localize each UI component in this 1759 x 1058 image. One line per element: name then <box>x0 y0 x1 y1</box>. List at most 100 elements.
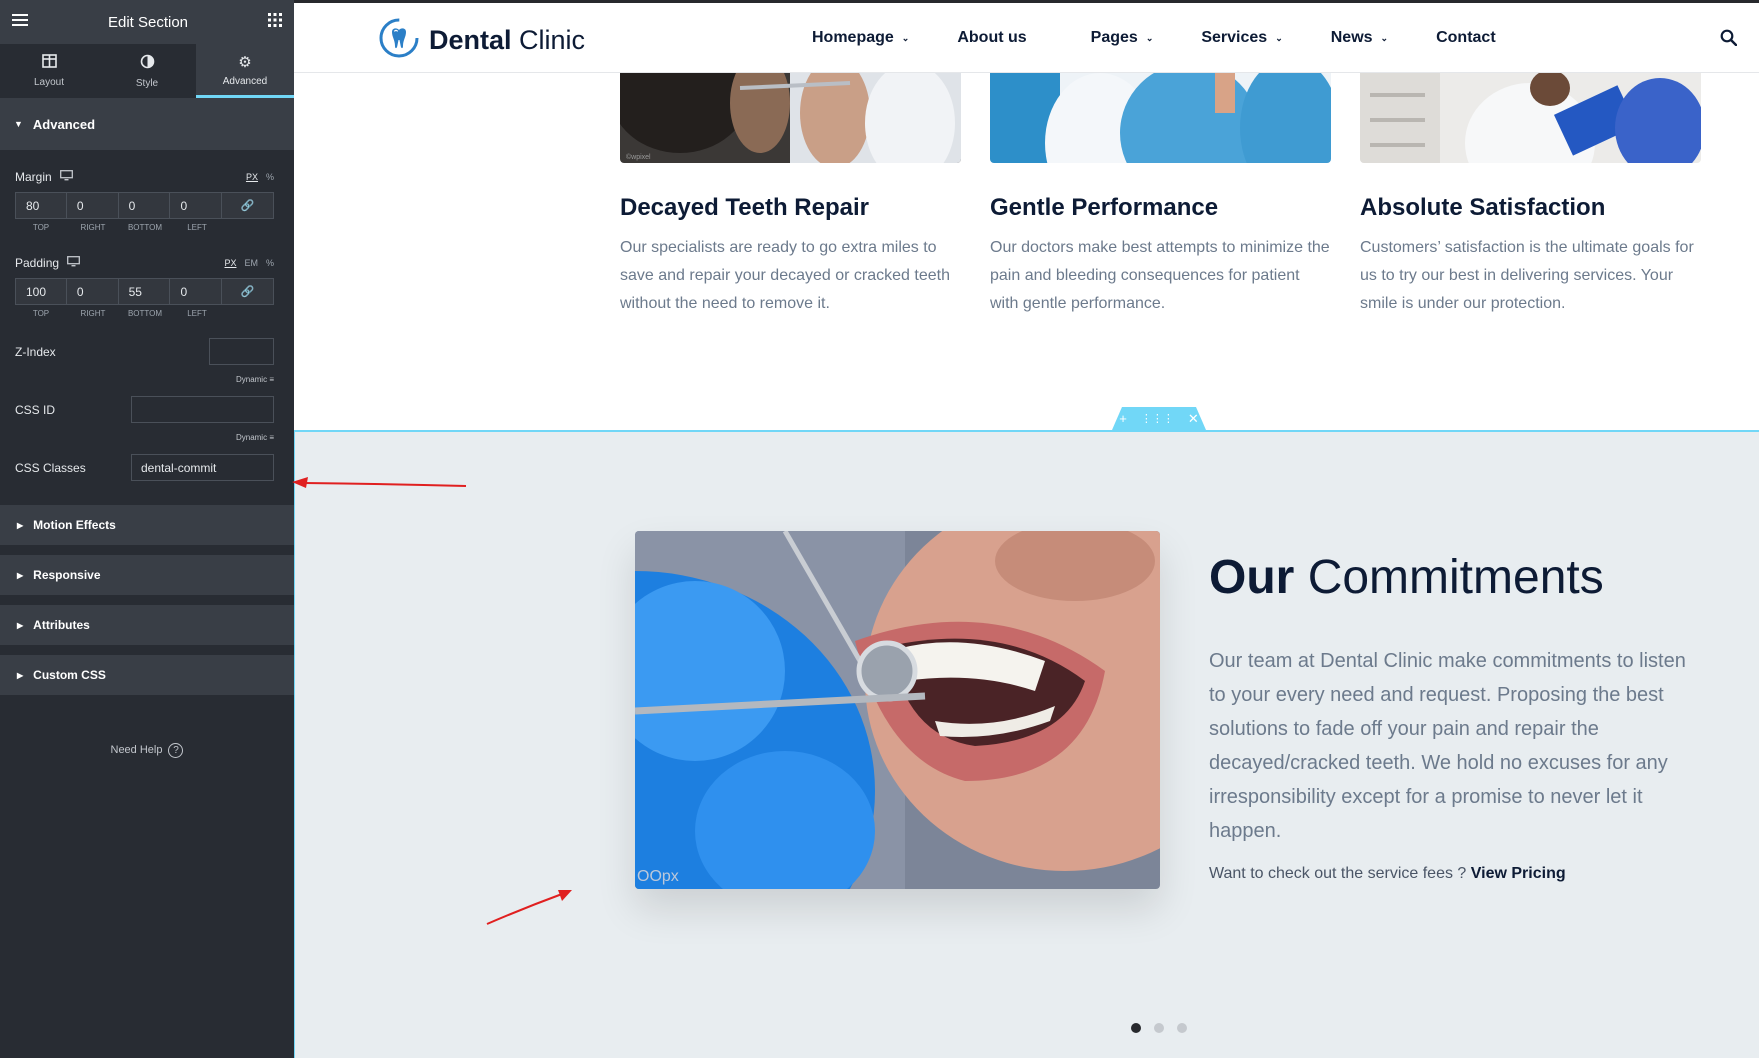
margin-labels: TOP RIGHT BOTTOM LEFT <box>15 223 274 232</box>
padding-label: Padding <box>15 256 60 270</box>
cta-text: Want to check out the service fees ? <box>1209 865 1467 882</box>
dim-label-top: TOP <box>32 309 50 318</box>
pricing-cta: Want to check out the service fees ? Vie… <box>1209 865 1566 883</box>
padding-top-input[interactable]: 100 <box>15 278 67 305</box>
section-attributes[interactable]: ▶ Attributes <box>0 605 294 645</box>
section-label: Custom CSS <box>33 668 106 682</box>
database-icon: ≡ <box>269 433 274 442</box>
padding-right-input[interactable]: 0 <box>66 278 119 305</box>
tab-layout[interactable]: Layout <box>0 44 98 98</box>
dim-label-left: LEFT <box>187 309 207 318</box>
padding-units: PX EM % <box>224 258 274 268</box>
panel-title: Edit Section <box>107 13 189 31</box>
section-custom-css[interactable]: ▶ Custom CSS <box>0 655 294 695</box>
link-values-icon[interactable]: 🔗 <box>222 192 275 219</box>
caret-right-icon: ▶ <box>17 670 24 680</box>
unit-px[interactable]: PX <box>224 258 236 268</box>
tab-style[interactable]: Style <box>98 44 196 98</box>
caret-right-icon: ▶ <box>17 620 24 630</box>
margin-right-input[interactable]: 0 <box>66 192 119 219</box>
dynamic-label: Dynamic <box>235 375 268 384</box>
heading-bold: Our <box>1209 551 1295 604</box>
editor-screen: Edit Section Layout Style ⚙ Advanced ▼ A… <box>0 0 1759 1058</box>
tooth-logo-icon <box>379 18 419 63</box>
z-index-input[interactable] <box>209 338 274 365</box>
drag-handle-icon[interactable]: ⋮⋮⋮ <box>1141 412 1174 425</box>
view-pricing-link[interactable]: View Pricing <box>1471 865 1566 882</box>
commitments-text: Our team at Dental Clinic make commitmen… <box>1209 650 1686 842</box>
desktop-icon[interactable] <box>59 170 73 184</box>
card-image-teeth-repair: ©wpixel <box>620 73 961 163</box>
need-help-link[interactable]: Need Help? <box>0 743 294 758</box>
widgets-grid-icon[interactable] <box>267 13 282 31</box>
nav-label: About us <box>957 29 1027 46</box>
slider-dot[interactable] <box>1131 1023 1141 1033</box>
card-text: Our specialists are ready to go extra mi… <box>620 239 950 312</box>
logo-light: Clinic <box>519 25 586 55</box>
card-text: Our doctors make best attempts to minimi… <box>990 239 1330 312</box>
close-icon[interactable]: ✕ <box>1188 411 1199 427</box>
unit-em[interactable]: EM <box>244 258 258 268</box>
padding-inputs: 100 0 55 0 🔗 <box>15 278 275 305</box>
dim-label-right: RIGHT <box>80 309 106 318</box>
unit-percent[interactable]: % <box>266 172 274 182</box>
margin-label: Margin <box>15 170 52 184</box>
dynamic-tags-toggle[interactable]: Dynamic ≡ <box>15 433 274 442</box>
contrast-icon <box>140 54 155 73</box>
dim-label-top: TOP <box>32 223 50 232</box>
add-icon[interactable]: + <box>1119 411 1127 426</box>
card-image-absolute-satisfaction <box>1360 73 1701 163</box>
css-classes-control: CSS Classes dental-commit <box>15 454 274 481</box>
tab-advanced[interactable]: ⚙ Advanced <box>196 44 294 98</box>
margin-top-input[interactable]: 80 <box>15 192 67 219</box>
editor-panel: Edit Section Layout Style ⚙ Advanced ▼ A… <box>0 0 294 1058</box>
dim-label-right: RIGHT <box>80 223 106 232</box>
dynamic-tags-toggle[interactable]: Dynamic ≡ <box>15 375 274 384</box>
nav-item-homepage[interactable]: Homepage ⌄ <box>812 29 909 47</box>
layout-icon <box>41 54 57 72</box>
margin-units: PX % <box>246 172 274 182</box>
logo-bold: Dental <box>429 25 512 55</box>
section-label: Attributes <box>33 618 90 632</box>
advanced-controls: Margin PX % 80 0 0 0 🔗 TOP RIGHT BOTTOM … <box>0 170 294 481</box>
section-label: Responsive <box>33 568 101 582</box>
nav-item-services[interactable]: Services ⌄ <box>1201 29 1282 47</box>
nav-label: Contact <box>1436 29 1496 46</box>
css-classes-input[interactable]: dental-commit <box>131 454 274 481</box>
padding-bottom-input[interactable]: 55 <box>118 278 171 305</box>
nav-item-contact[interactable]: Contact <box>1436 29 1496 47</box>
collapsed-sections: ▶ Motion Effects ▶ Responsive ▶ Attribut… <box>0 505 294 695</box>
slider-dot[interactable] <box>1154 1023 1164 1033</box>
unit-percent[interactable]: % <box>266 258 274 268</box>
nav-item-pages[interactable]: Pages ⌄ <box>1091 29 1154 47</box>
site-header: Dental Clinic Homepage ⌄ About us Pages … <box>294 3 1759 73</box>
section-label: Motion Effects <box>33 518 116 532</box>
tab-advanced-label: Advanced <box>222 75 268 87</box>
section-motion-effects[interactable]: ▶ Motion Effects <box>0 505 294 545</box>
search-icon[interactable] <box>1720 29 1738 51</box>
desktop-icon[interactable] <box>67 256 80 270</box>
nav-label: News <box>1330 29 1373 46</box>
advanced-section-toggle[interactable]: ▼ Advanced <box>0 98 294 150</box>
section-handle[interactable]: + ⋮⋮⋮ ✕ <box>1112 407 1206 430</box>
css-id-control: CSS ID <box>15 396 274 423</box>
padding-left-input[interactable]: 0 <box>170 278 223 305</box>
nav-item-news[interactable]: News ⌄ <box>1331 29 1388 47</box>
svg-text:OOpx: OOpx <box>637 868 679 885</box>
slider-dot[interactable] <box>1177 1023 1187 1033</box>
margin-bottom-input[interactable]: 0 <box>118 192 171 219</box>
unit-px[interactable]: PX <box>246 172 258 182</box>
site-logo[interactable]: Dental Clinic <box>379 18 585 63</box>
hamburger-menu-icon[interactable] <box>12 13 28 31</box>
section-responsive[interactable]: ▶ Responsive <box>0 555 294 595</box>
heading-light: Commitments <box>1307 551 1604 604</box>
nav-item-about[interactable]: About us <box>957 29 1026 47</box>
link-values-icon[interactable]: 🔗 <box>222 278 275 305</box>
chevron-down-icon: ⌄ <box>1275 32 1283 43</box>
chevron-down-icon: ⌄ <box>1380 32 1389 43</box>
card-text: Customers’ satisfaction is the ultimate … <box>1360 239 1694 312</box>
z-index-control: Z-Index <box>15 338 274 365</box>
css-id-input[interactable] <box>131 396 274 423</box>
commitments-image: OOpx <box>635 531 1160 889</box>
margin-left-input[interactable]: 0 <box>170 192 223 219</box>
